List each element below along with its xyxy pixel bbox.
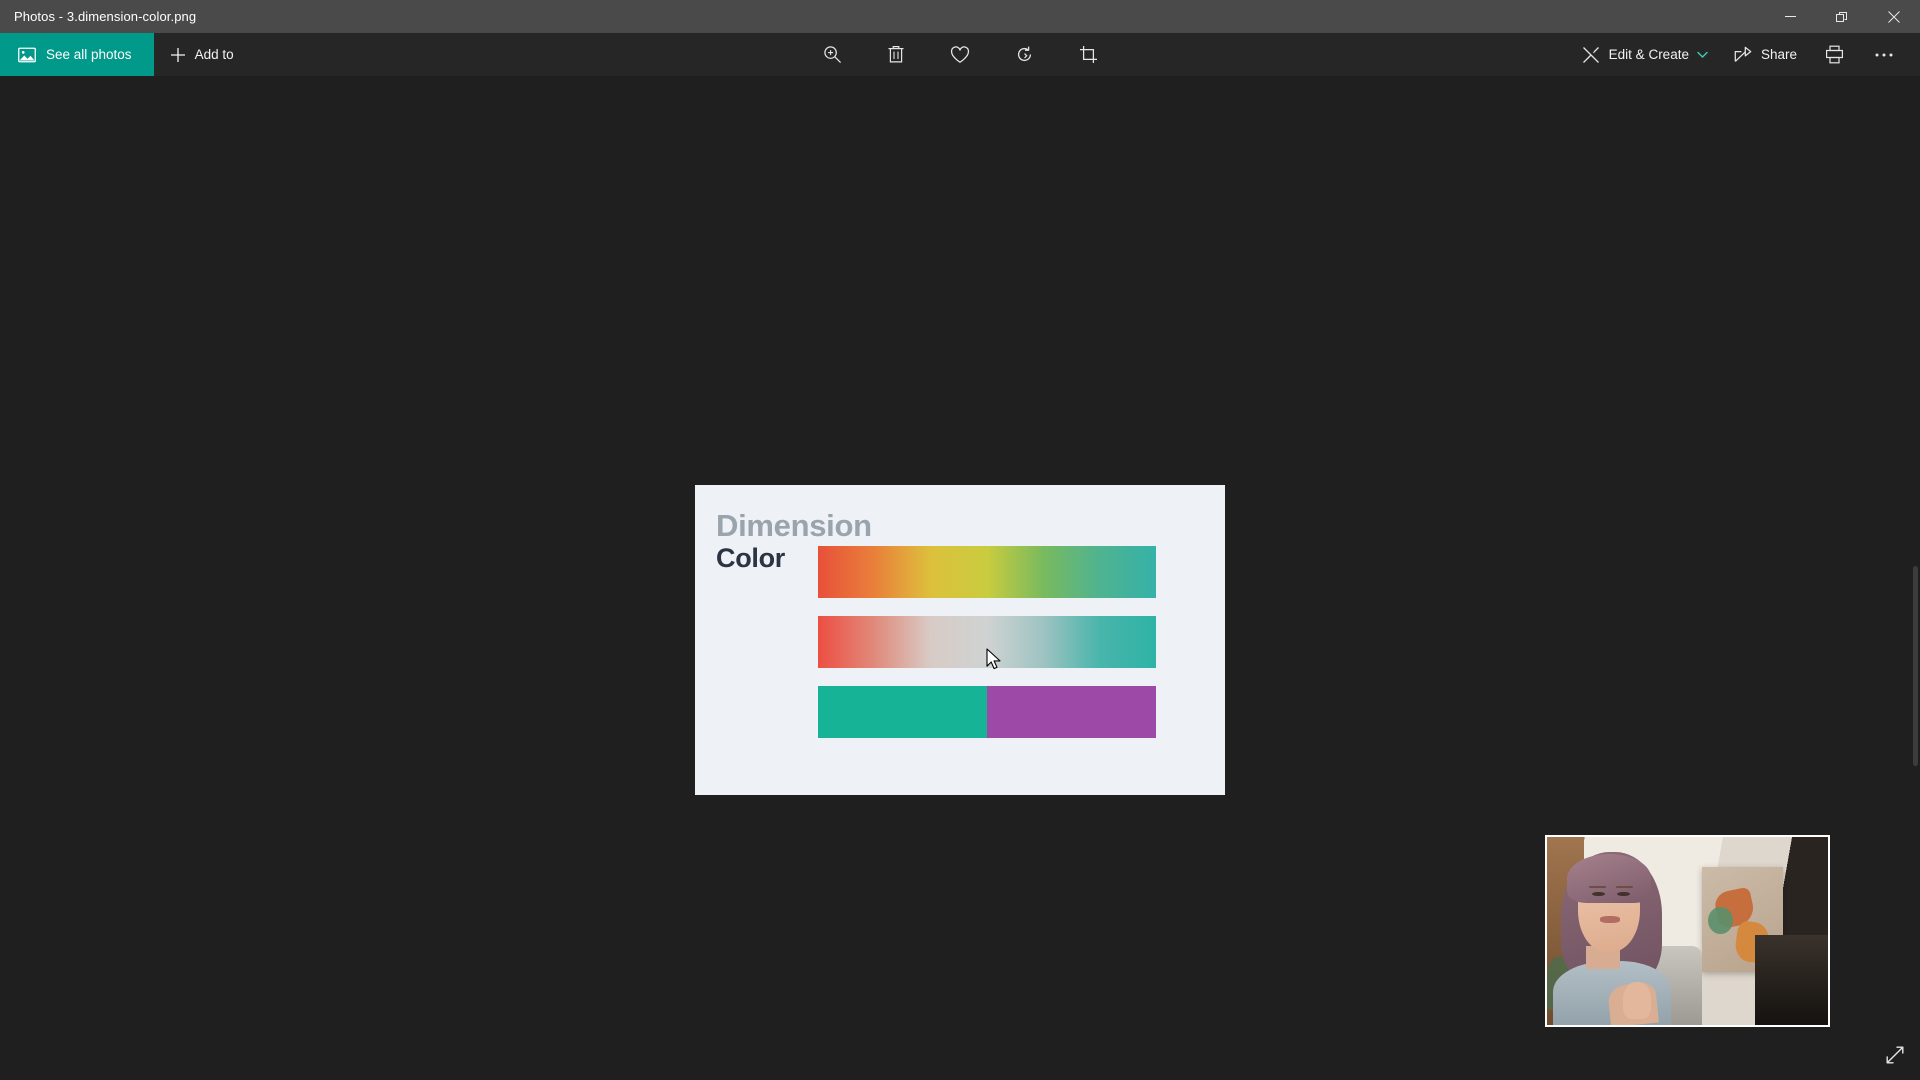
bar-segment-1 — [818, 686, 987, 738]
rotate-icon — [1017, 46, 1031, 62]
minimize-button[interactable] — [1764, 0, 1816, 33]
close-button[interactable] — [1868, 0, 1920, 33]
heart-icon — [950, 45, 970, 63]
photo-heading-dimension: Dimension — [716, 508, 872, 543]
printer-icon — [1826, 45, 1844, 64]
color-bars-group — [818, 546, 1156, 738]
restore-icon — [1836, 11, 1847, 22]
minimize-icon — [1784, 16, 1796, 17]
displayed-photo[interactable]: Dimension Color — [695, 485, 1225, 795]
right-tools-group: Edit & Create Share — [1570, 33, 1920, 76]
crop-button[interactable] — [1067, 37, 1109, 73]
zoom-button[interactable] — [811, 37, 853, 73]
share-label: Share — [1760, 47, 1797, 62]
restore-button[interactable] — [1816, 0, 1868, 33]
expand-icon — [1886, 1046, 1904, 1064]
edit-and-create-label: Edit & Create — [1608, 47, 1689, 62]
sequential-rainbow-bar — [818, 546, 1156, 598]
window-controls — [1764, 0, 1920, 33]
edit-and-create-button[interactable]: Edit & Create — [1570, 37, 1720, 73]
webcam-scene — [1547, 837, 1828, 1025]
photo-icon — [18, 47, 36, 62]
bar-segment-2 — [987, 686, 1156, 738]
diverging-bar — [818, 616, 1156, 668]
crop-icon — [1079, 46, 1097, 63]
window-titlebar: Photos - 3.dimension-color.png — [0, 0, 1920, 33]
see-all-photos-button[interactable]: See all photos — [0, 33, 154, 76]
print-button[interactable] — [1811, 37, 1858, 73]
add-to-label: Add to — [194, 47, 234, 62]
rotate-button[interactable] — [1003, 37, 1045, 73]
vertical-scrollbar[interactable] — [1913, 566, 1918, 766]
delete-button[interactable] — [875, 37, 917, 73]
webcam-overlay[interactable] — [1545, 835, 1830, 1027]
ellipsis-icon — [1875, 53, 1893, 56]
window-title: Photos - 3.dimension-color.png — [14, 9, 197, 24]
favorite-button[interactable] — [939, 37, 981, 73]
close-icon — [1888, 10, 1900, 23]
see-all-photos-label: See all photos — [46, 47, 132, 62]
trash-icon — [888, 46, 904, 63]
photo-heading-color: Color — [716, 543, 785, 573]
plus-icon — [170, 47, 185, 62]
add-to-button[interactable]: Add to — [154, 33, 254, 76]
expand-fullscreen-button[interactable] — [1878, 1040, 1912, 1070]
categorical-bar — [818, 686, 1156, 738]
chevron-down-icon — [1697, 51, 1708, 58]
share-icon — [1734, 46, 1752, 62]
command-bar: See all photos Add to Edit & Create Shar… — [0, 33, 1920, 76]
zoom-in-icon — [823, 46, 841, 64]
more-options-button[interactable] — [1860, 37, 1908, 73]
edit-create-icon — [1582, 46, 1599, 63]
share-button[interactable]: Share — [1722, 37, 1809, 73]
